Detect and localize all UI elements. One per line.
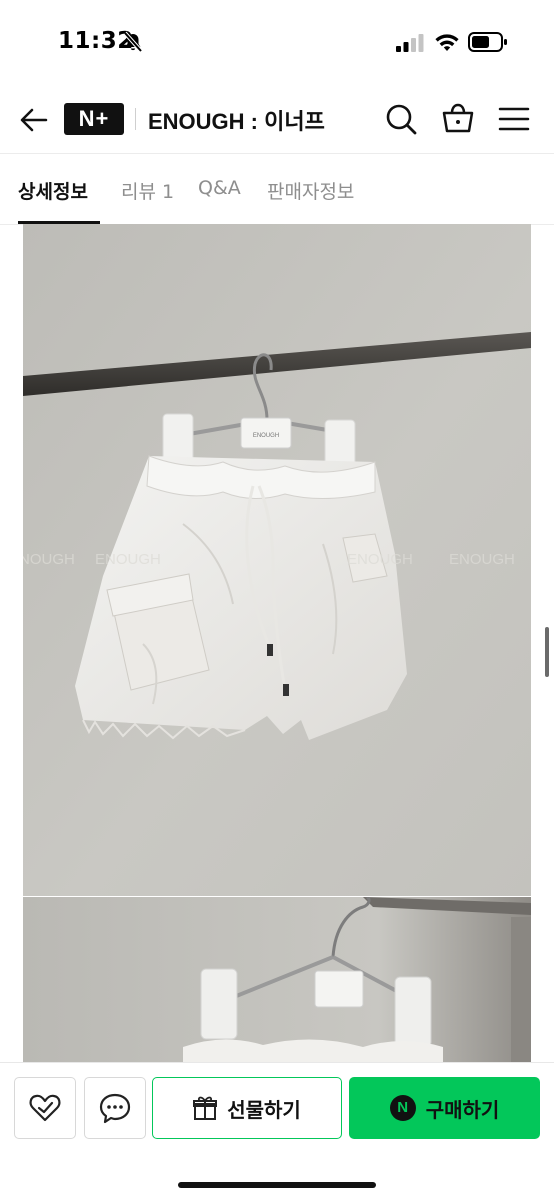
watermark-4: ENOUGH xyxy=(449,551,515,568)
header-bar: N+ ENOUGH : 이너프 xyxy=(0,84,554,154)
signal-icon xyxy=(396,34,424,52)
shopping-bag-icon[interactable] xyxy=(440,100,476,136)
wishlist-button[interactable] xyxy=(14,1077,76,1139)
product-tabs: 상세정보 리뷰 1 Q&A 판매자정보 xyxy=(0,155,554,225)
tab-seller-info[interactable]: 판매자정보 xyxy=(267,177,354,204)
back-arrow-icon[interactable] xyxy=(18,104,50,136)
scrollbar-thumb[interactable] xyxy=(545,627,549,677)
chat-button[interactable] xyxy=(84,1077,146,1139)
gift-icon xyxy=(193,1096,218,1120)
bottom-action-bar: 선물하기 N 구매하기 xyxy=(0,1062,554,1200)
nav-divider xyxy=(135,108,136,130)
store-name[interactable]: ENOUGH : 이너프 xyxy=(148,104,325,136)
tab-detail[interactable]: 상세정보 xyxy=(18,177,88,204)
buy-button[interactable]: N 구매하기 xyxy=(349,1077,540,1139)
watermark-2: ENOUGH xyxy=(95,551,161,568)
heart-check-icon xyxy=(29,1094,61,1122)
hanger-tag-text: ENOUGH xyxy=(253,433,279,439)
buy-button-label: 구매하기 xyxy=(425,1099,500,1122)
search-icon[interactable] xyxy=(384,102,418,136)
npay-icon: N xyxy=(389,1095,416,1121)
product-image-second[interactable] xyxy=(23,897,531,1067)
product-image-main[interactable]: ENOUGH ENOUGH ENOUGH ENOUGH ENOUGH xyxy=(23,224,531,896)
naver-plus-logo[interactable]: N+ xyxy=(64,103,124,135)
status-bar: 11:32 xyxy=(0,0,554,84)
tab-qna[interactable]: Q&A xyxy=(198,177,241,199)
watermark-3: ENOUGH xyxy=(347,551,413,568)
watermark-1: ENOUGH xyxy=(23,551,75,568)
chat-bubble-icon xyxy=(99,1093,131,1124)
menu-icon[interactable] xyxy=(496,102,532,136)
gift-button-label: 선물하기 xyxy=(227,1099,301,1122)
tab-reviews[interactable]: 리뷰 1 xyxy=(121,177,174,204)
gift-button[interactable]: 선물하기 xyxy=(152,1077,342,1139)
wifi-icon xyxy=(435,34,459,51)
battery-icon xyxy=(468,32,507,52)
home-indicator[interactable] xyxy=(178,1182,376,1188)
bell-slash-icon xyxy=(123,31,143,53)
